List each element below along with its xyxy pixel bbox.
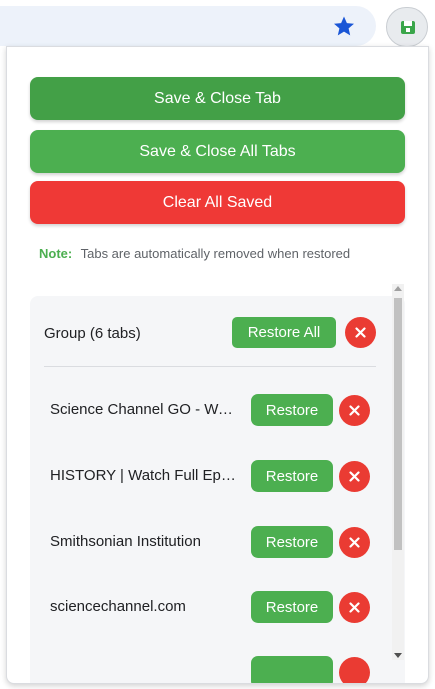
restore-tab-button[interactable]: Restore <box>251 394 333 426</box>
list-item <box>30 650 376 683</box>
browser-toolbar <box>0 0 435 48</box>
restore-tab-button[interactable] <box>251 656 333 683</box>
group-title: Group (6 tabs) <box>44 325 141 342</box>
scroll-thumb[interactable] <box>394 298 402 550</box>
scroll-down-arrow-icon[interactable] <box>394 653 402 658</box>
star-icon[interactable] <box>332 14 356 38</box>
group-divider <box>44 366 376 367</box>
delete-tab-button[interactable] <box>339 657 370 683</box>
restore-tab-button[interactable]: Restore <box>251 526 333 558</box>
delete-tab-button[interactable] <box>339 527 370 558</box>
note-text: Tabs are automatically removed when rest… <box>80 246 351 261</box>
address-bar[interactable] <box>0 6 376 46</box>
saved-tabs-list: Group (6 tabs) Restore All Science Chann… <box>30 296 405 683</box>
list-item: HISTORY | Watch Full Episodes Restore <box>30 454 376 498</box>
list-item: Smithsonian Institution Restore <box>30 520 376 564</box>
close-icon <box>355 327 366 338</box>
clear-all-saved-button[interactable]: Clear All Saved <box>30 181 405 224</box>
delete-tab-button[interactable] <box>339 592 370 623</box>
tab-title: Smithsonian Institution <box>50 533 201 550</box>
list-item: sciencechannel.com Restore <box>30 585 376 629</box>
scroll-up-arrow-icon[interactable] <box>394 286 402 291</box>
tab-title: sciencechannel.com <box>50 598 186 615</box>
list-item: Science Channel GO - Watch Full Episodes… <box>30 388 376 432</box>
close-icon <box>349 602 360 613</box>
extension-popup: Save & Close Tab Save & Close All Tabs C… <box>6 46 429 684</box>
delete-tab-button[interactable] <box>339 461 370 492</box>
save-close-tab-button[interactable]: Save & Close Tab <box>30 77 405 120</box>
save-close-all-tabs-button[interactable]: Save & Close All Tabs <box>30 130 405 173</box>
tab-group-header: Group (6 tabs) Restore All <box>30 296 376 366</box>
extension-button[interactable] <box>386 7 428 47</box>
tab-title: Science Channel GO - Watch Full Episodes <box>50 401 238 418</box>
close-icon <box>349 471 360 482</box>
restore-tab-button[interactable]: Restore <box>251 591 333 623</box>
restore-tab-button[interactable]: Restore <box>251 460 333 492</box>
delete-tab-button[interactable] <box>339 395 370 426</box>
restore-note: Note: Tabs are automatically removed whe… <box>39 246 350 261</box>
extension-save-icon <box>401 21 415 34</box>
close-icon <box>349 537 360 548</box>
restore-all-button[interactable]: Restore All <box>232 317 336 348</box>
tab-title: HISTORY | Watch Full Episodes <box>50 467 238 484</box>
list-scrollbar[interactable] <box>392 284 404 660</box>
close-icon <box>349 405 360 416</box>
note-label: Note: <box>39 246 73 261</box>
delete-group-button[interactable] <box>345 317 376 348</box>
